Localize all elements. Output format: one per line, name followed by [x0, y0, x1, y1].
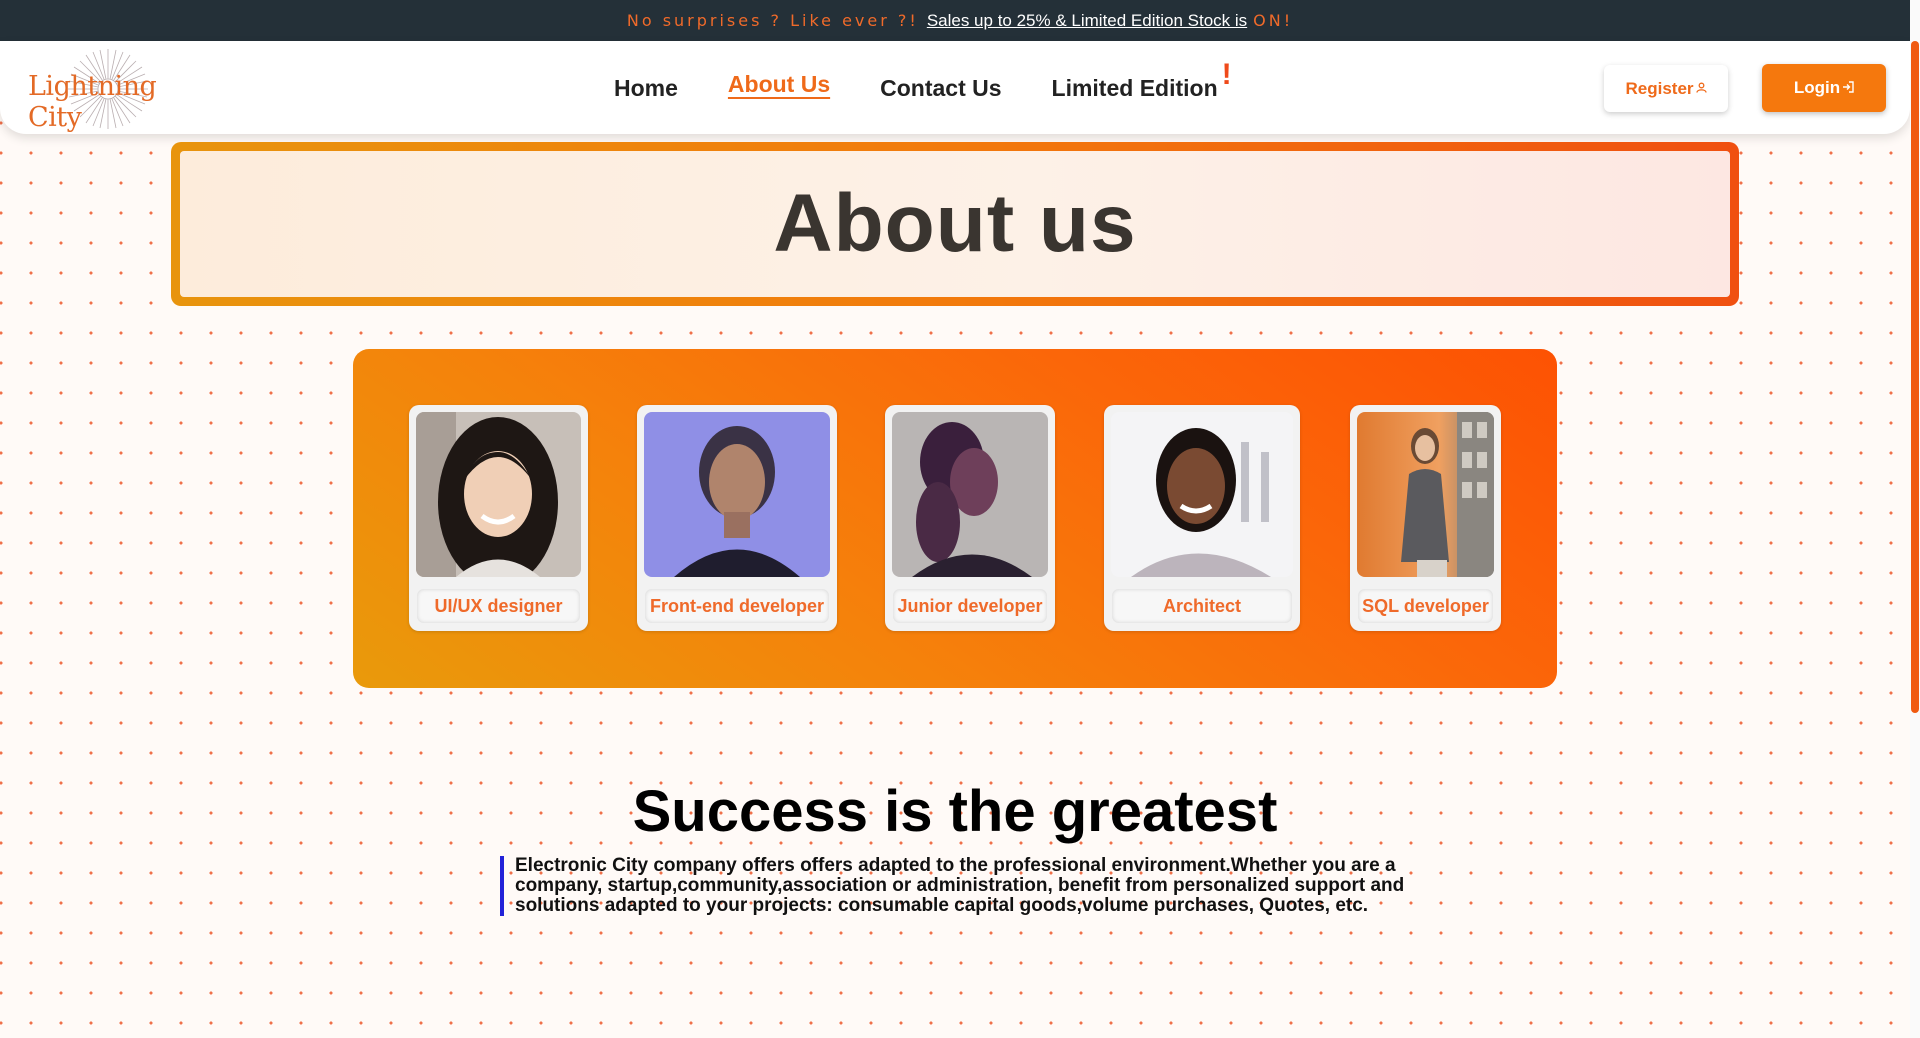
- login-label: Login: [1793, 78, 1841, 97]
- team-card[interactable]: Junior developer: [885, 405, 1055, 631]
- success-paragraph: Electronic City company offers offers ad…: [500, 856, 1430, 916]
- navbar: Lightning City Home About Us Contact Us …: [0, 41, 1910, 134]
- register-button[interactable]: Register: [1604, 65, 1728, 112]
- team-role: Junior developer: [893, 589, 1047, 623]
- nav-contact-us[interactable]: Contact Us: [880, 75, 1001, 102]
- promo-sales-link[interactable]: Sales up to 25% & Limited Edition Stock …: [927, 11, 1247, 31]
- team-photo: [644, 412, 830, 577]
- main-nav: Home About Us Contact Us Limited Edition…: [614, 58, 1268, 102]
- team-photo: [416, 412, 581, 577]
- nav-limited-edition[interactable]: Limited Edition!: [1051, 58, 1232, 102]
- promo-suffix: ON!: [1253, 11, 1294, 30]
- scrollbar-thumb[interactable]: [1911, 41, 1919, 713]
- team-role: UI/UX designer: [417, 589, 580, 623]
- team-role: Front-end developer: [645, 589, 829, 623]
- team-panel: UI/UX designer Front-end developer Junio: [353, 349, 1557, 688]
- logo[interactable]: Lightning City: [20, 45, 190, 133]
- team-card[interactable]: UI/UX designer: [409, 405, 588, 631]
- logo-text: Lightning City: [28, 71, 157, 133]
- team-photo: [1111, 412, 1293, 577]
- new-badge: !: [1221, 58, 1232, 91]
- register-label: Register: [1625, 78, 1694, 98]
- sign-in-icon: [1842, 80, 1854, 96]
- team-role: SQL developer: [1358, 589, 1493, 623]
- nav-about-us[interactable]: About Us: [728, 71, 830, 102]
- team-photo: [892, 412, 1048, 577]
- success-heading: Success is the greatest: [632, 779, 1278, 844]
- team-role: Architect: [1112, 589, 1292, 623]
- about-banner-inner: About us: [180, 151, 1730, 297]
- team-card[interactable]: SQL developer: [1350, 405, 1501, 631]
- nav-limited-edition-label: Limited Edition: [1051, 75, 1218, 101]
- team-card[interactable]: Front-end developer: [637, 405, 837, 631]
- team-photo: [1357, 412, 1494, 577]
- promo-bar: No surprises ? Like ever ?! Sales up to …: [0, 0, 1920, 41]
- nav-home[interactable]: Home: [614, 75, 678, 102]
- team-card[interactable]: Architect: [1104, 405, 1300, 631]
- user-icon: [1695, 82, 1707, 96]
- page-title: About us: [773, 178, 1137, 269]
- about-banner: About us: [171, 142, 1739, 306]
- login-button[interactable]: Login: [1762, 64, 1886, 112]
- promo-lead: No surprises ? Like ever ?!: [626, 11, 919, 30]
